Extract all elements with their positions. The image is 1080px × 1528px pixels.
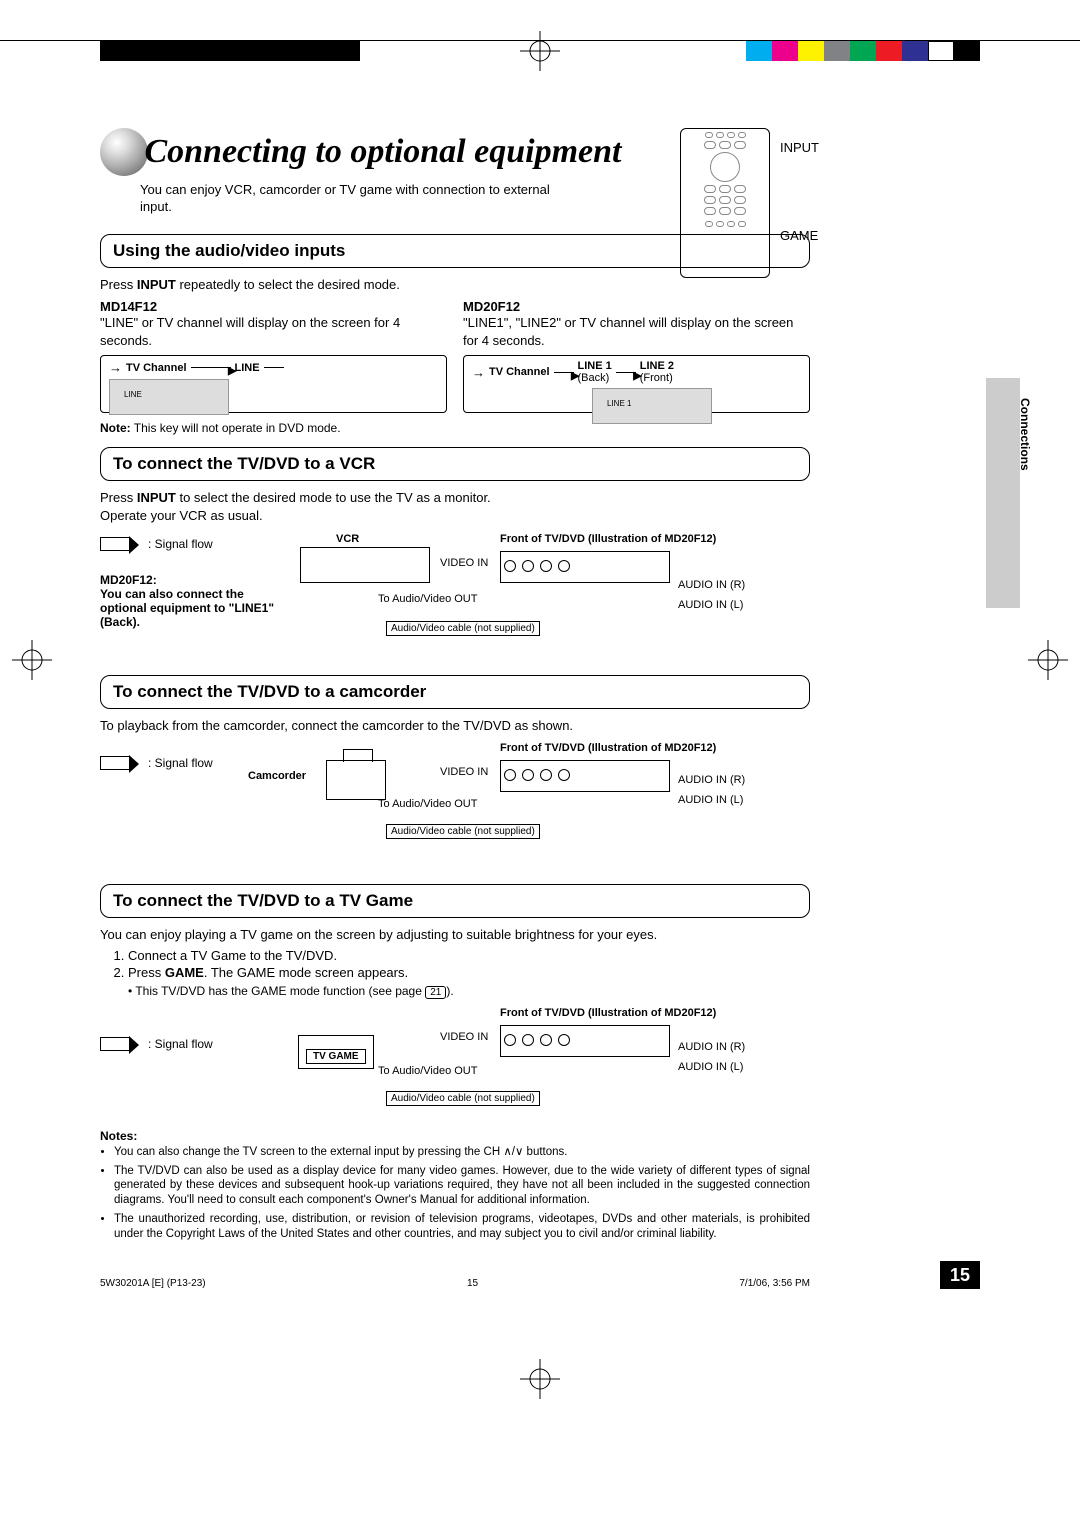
bullet-sphere-icon [100,128,148,176]
front-panel-icon [500,1025,670,1057]
camcorder-device-icon [326,760,386,800]
front-panel-icon [500,760,670,792]
notes-list: You can also change the TV screen to the… [100,1145,810,1243]
footer-center: 15 [467,1278,478,1289]
vcr-diagram: : Signal flow MD20F12: You can also conn… [100,533,810,663]
side-tab-block [986,378,1020,608]
section-heading-game: To connect the TV/DVD to a TV Game [100,884,810,918]
crop-marks-bottom [0,1359,1080,1399]
md14-desc: "LINE" or TV channel will display on the… [100,314,447,349]
footer-right: 7/1/06, 3:56 PM [739,1278,810,1289]
page-title-row: Connecting to optional equipment [100,128,980,176]
side-tab-label: Connections [1018,398,1032,471]
notes-heading: Notes: [100,1129,810,1143]
cam-line1: To playback from the camcorder, connect … [100,717,810,735]
remote-label-input: INPUT [780,140,819,155]
signal-flow-arrow-icon [100,1037,130,1051]
signal-flow-arrow-icon [100,756,130,770]
game-line1: You can enjoy playing a TV game on the s… [100,926,810,944]
md20-desc: "LINE1", "LINE2" or TV channel will disp… [463,314,810,349]
av-instruction: Press INPUT repeatedly to select the des… [100,276,810,294]
note-item: The TV/DVD can also be used as a display… [114,1164,810,1209]
tvgame-label: TV GAME [306,1049,366,1064]
front-panel-icon [500,551,670,583]
game-diagram: : Signal flow Front of TV/DVD (Illustrat… [100,1007,810,1117]
section-heading-camcorder: To connect the TV/DVD to a camcorder [100,675,810,709]
remote-label-game: GAME [780,228,818,243]
md14-cycle: TV Channel ▶ LINE LINE [100,355,447,413]
md20-cycle: TV Channel ▶ LINE 1(Back) ▶ LINE 2(Front… [463,355,810,413]
tv-screen-icon: LINE 1 [592,388,712,424]
note-item: You can also change the TV screen to the… [114,1145,810,1160]
vcr-device-icon [300,547,430,583]
vcr-line2: Operate your VCR as usual. [100,507,810,525]
page-title: Connecting to optional equipment [144,133,621,171]
section-heading-vcr: To connect the TV/DVD to a VCR [100,447,810,481]
game-steps: Connect a TV Game to the TV/DVD. Press G… [128,948,810,980]
crop-marks-top [0,40,1080,68]
color-swatches [746,41,980,61]
vcr-line1: Press INPUT to select the desired mode t… [100,489,810,507]
registration-mark-icon [520,31,560,71]
footer-left: 5W30201A [E] (P13-23) [100,1278,206,1289]
page-number: 15 [940,1261,980,1289]
model-md14: MD14F12 [100,299,447,314]
tv-screen-icon: LINE [109,379,229,415]
signal-flow-arrow-icon [100,537,130,551]
note-item: The unauthorized recording, use, distrib… [114,1212,810,1242]
footer: 5W30201A [E] (P13-23) 15 7/1/06, 3:56 PM [100,1278,810,1289]
registration-mark-icon [520,1359,560,1399]
intro-text: You can enjoy VCR, camcorder or TV game … [140,182,580,216]
remote-illustration [680,128,770,278]
game-subnote: • This TV/DVD has the GAME mode function… [128,984,810,999]
cam-diagram: : Signal flow Camcorder Front of TV/DVD … [100,742,810,872]
model-md20: MD20F12 [463,299,810,314]
